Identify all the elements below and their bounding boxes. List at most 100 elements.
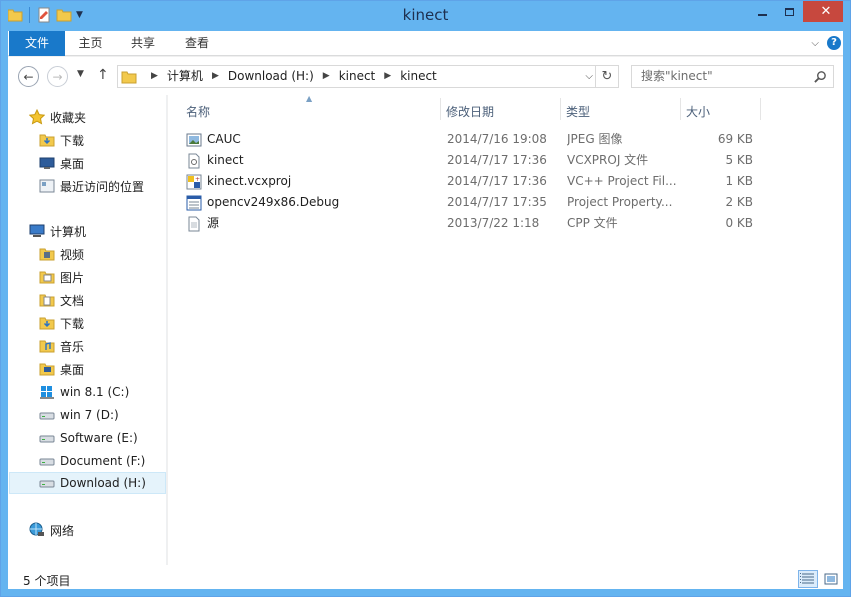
refresh-icon: ↻ [601,69,613,84]
search-icon[interactable] [814,70,827,83]
breadcrumb-computer[interactable]: 计算机 [167,66,203,87]
file-type: VCXPROJ 文件 [567,153,649,167]
back-button[interactable]: ← [18,66,39,87]
column-divider[interactable] [760,98,761,120]
file-size: 69 KB [717,132,753,146]
maximize-icon [785,7,794,16]
navigation-pane: 收藏夹 下载 桌面 最近访问的位置 计算机 视频 图片 文档 下载 音乐 桌面 … [8,95,167,565]
nav-favorites[interactable]: 收藏夹 [29,106,187,128]
refresh-button[interactable]: ↻ [595,65,619,88]
search-input[interactable]: 搜索"kinect" [631,65,834,88]
file-size: 2 KB [725,195,753,209]
drive-icon [39,458,55,466]
tab-file[interactable]: 文件 [9,31,65,56]
file-type: CPP 文件 [567,216,618,230]
ribbon-tabs: 文件 主页 共享 查看 ⌵ ? [8,31,843,56]
nav-computer[interactable]: 计算机 [29,220,187,242]
file-row[interactable]: + kinect.vcxproj 2014/7/17 17:36 VC++ Pr… [182,171,782,192]
file-name: 源 [207,216,220,230]
up-button[interactable]: ↑ [97,67,109,83]
file-name: kinect [207,153,244,167]
breadcrumb-folder[interactable]: kinect [339,66,376,87]
nav-label: 视频 [60,247,85,262]
file-size: 1 KB [725,174,753,188]
image-file-icon [186,133,202,147]
maximize-button[interactable] [776,1,803,22]
file-row[interactable]: kinect 2014/7/17 17:36 VCXPROJ 文件 5 KB [182,150,782,171]
file-row[interactable]: 源 2013/7/22 1:18 CPP 文件 0 KB [182,213,782,234]
close-button[interactable]: ✕ [803,1,849,22]
address-bar[interactable]: ▶ 计算机 ▶ Download (H:) ▶ kinect ▶ kinect … [117,65,596,88]
minimize-button[interactable] [749,1,776,22]
breadcrumb-separator-icon[interactable]: ▶ [323,66,330,87]
windows-drive-icon [40,386,54,399]
downloads-folder-icon [39,317,55,330]
nav-label: Document (F:) [60,454,146,468]
nav-label: 下载 [60,316,85,331]
nav-label: Software (E:) [60,431,138,445]
music-folder-icon [39,340,55,353]
nav-label: Download (H:) [60,476,146,490]
desktop-folder-icon [39,363,55,376]
nav-drive-h[interactable]: Download (H:) [9,472,166,494]
breadcrumb-separator-icon[interactable]: ▶ [384,66,391,87]
large-icons-view-button[interactable] [821,570,841,588]
file-date: 2014/7/17 17:35 [447,195,547,209]
nav-label: 收藏夹 [50,110,87,125]
column-header-name[interactable]: 名称 [180,101,440,123]
details-view-button[interactable] [798,570,818,588]
file-type: Project Property... [567,195,673,209]
breadcrumb-separator-icon[interactable]: ▶ [212,66,219,87]
explorer-window: ▼ kinect ✕ 文件 主页 共享 查看 ⌵ ? ← → ▼ ↑ ▶ 计算机… [0,0,851,597]
nav-label: 桌面 [60,156,85,171]
file-row[interactable]: opencv249x86.Debug 2014/7/17 17:35 Proje… [182,192,782,213]
chevron-down-icon[interactable]: ⌵ [811,38,819,49]
network-icon [29,522,44,536]
file-row[interactable]: CAUC 2014/7/16 19:08 JPEG 图像 69 KB [182,129,782,150]
nav-label: 文档 [60,293,85,308]
vcproject-file-icon: + [186,174,202,190]
file-name: CAUC [207,132,241,146]
videos-folder-icon [39,248,55,261]
tab-home[interactable]: 主页 [65,31,116,56]
address-dropdown-icon[interactable]: ⌵ [585,71,593,82]
pictures-folder-icon [39,271,55,284]
drive-icon [39,412,55,420]
file-list: ▲ 名称 修改日期 类型 大小 CAUC 2014/7/16 19:08 JPE… [168,94,843,565]
tab-share[interactable]: 共享 [116,31,170,56]
column-header-type[interactable]: 类型 [560,101,680,123]
breadcrumb-drive[interactable]: Download (H:) [228,66,314,87]
nav-label: 下载 [60,133,85,148]
cpp-file-icon [188,216,200,232]
file-size: 5 KB [725,153,753,167]
desktop-icon [39,157,55,169]
tab-view[interactable]: 查看 [170,31,224,56]
drive-icon [39,480,55,488]
recent-locations-icon[interactable]: ▼ [77,69,84,79]
title-bar[interactable]: ▼ kinect ✕ [1,1,850,31]
nav-label: 计算机 [50,224,87,239]
file-type: JPEG 图像 [567,132,623,146]
nav-label: 网络 [50,523,75,538]
file-date: 2014/7/16 19:08 [447,132,547,146]
file-date: 2014/7/17 17:36 [447,174,547,188]
nav-label: 桌面 [60,362,85,377]
breadcrumb: ▶ 计算机 ▶ Download (H:) ▶ kinect ▶ kinect [142,66,437,87]
downloads-folder-icon [39,134,55,147]
property-sheet-file-icon [186,195,202,211]
documents-folder-icon [39,294,55,307]
folder-icon [121,71,137,84]
svg-text:+: + [195,176,200,183]
nav-network[interactable]: 网络 [29,519,187,541]
help-icon[interactable]: ? [827,36,841,50]
column-header-date[interactable]: 修改日期 [440,101,560,123]
breadcrumb-current[interactable]: kinect [400,66,437,87]
drive-icon [39,435,55,443]
forward-button[interactable]: → [47,66,68,87]
breadcrumb-separator-icon[interactable]: ▶ [151,66,158,87]
close-icon: ✕ [820,4,832,19]
column-header-size[interactable]: 大小 [680,101,760,123]
large-icons-view-icon [824,573,838,585]
file-date: 2014/7/17 17:36 [447,153,547,167]
nav-label: 音乐 [60,339,85,354]
